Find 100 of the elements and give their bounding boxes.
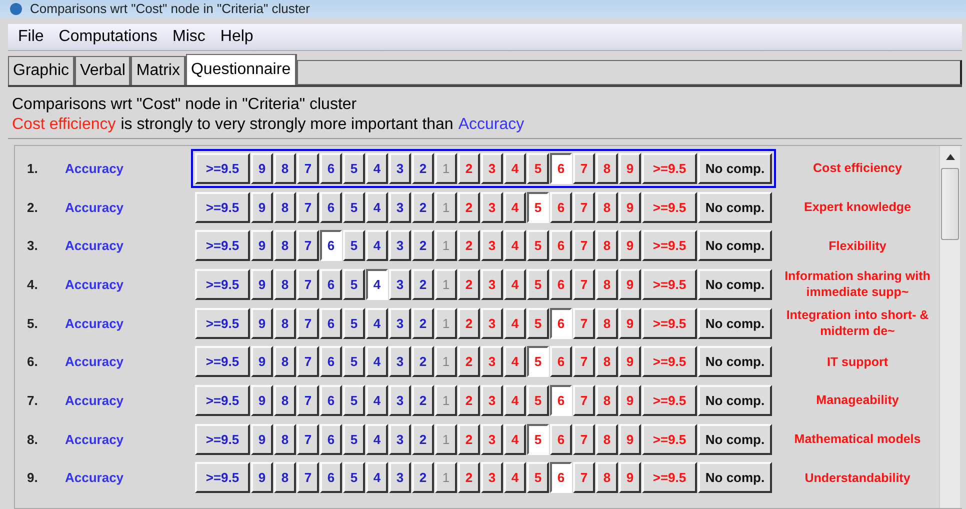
scale-button[interactable]: 7 [297, 384, 319, 416]
tab[interactable]: Matrix [131, 56, 186, 85]
scale-button[interactable]: 3 [389, 152, 411, 184]
scale-button[interactable]: 2 [412, 308, 434, 339]
scale-button[interactable]: 9 [251, 384, 273, 416]
scale-button[interactable]: 7 [297, 230, 319, 262]
scale-button[interactable]: 8 [274, 192, 296, 223]
scale-button[interactable]: 4 [366, 268, 388, 300]
scale-button[interactable]: 5 [343, 462, 365, 494]
scale-button[interactable]: >=9.5 [195, 308, 250, 339]
scale-button[interactable]: 6 [320, 424, 342, 455]
scale-button[interactable]: 7 [297, 346, 319, 378]
scale-button[interactable]: 5 [527, 346, 549, 378]
scrollbar[interactable] [939, 146, 960, 508]
scale-button[interactable]: 9 [251, 308, 273, 339]
scale-button[interactable]: 3 [389, 384, 411, 416]
scale-button[interactable]: 6 [320, 268, 342, 300]
scale-button[interactable]: 5 [343, 192, 365, 223]
scale-button[interactable]: 4 [366, 152, 388, 184]
scale-button[interactable]: 8 [274, 308, 296, 339]
scroll-up-icon[interactable] [946, 154, 954, 160]
scale-button[interactable]: 9 [251, 462, 273, 494]
scale-button[interactable]: 6 [320, 462, 342, 494]
scale-button[interactable]: 5 [343, 384, 365, 416]
scale-button[interactable]: 7 [297, 192, 319, 223]
scale-button[interactable]: 7 [297, 424, 319, 455]
scale-button[interactable]: >=9.5 [195, 462, 250, 494]
scale-button[interactable]: 4 [366, 424, 388, 455]
scale-button[interactable]: No comp. [698, 308, 772, 339]
scale-button[interactable]: 6 [320, 230, 342, 262]
scale-button[interactable]: 4 [366, 346, 388, 378]
scale-button[interactable]: 3 [389, 308, 411, 339]
scale-button[interactable]: 2 [412, 384, 434, 416]
scale-button[interactable]: 3 [389, 462, 411, 494]
scale-button[interactable]: No comp. [698, 230, 772, 262]
scale-button[interactable]: 3 [389, 230, 411, 262]
scale-button[interactable]: 8 [274, 384, 296, 416]
scale-button[interactable]: 5 [343, 152, 365, 184]
scale-button[interactable]: 7 [297, 308, 319, 339]
scale-button[interactable]: 7 [297, 462, 319, 494]
scale-button[interactable]: 2 [412, 462, 434, 494]
scale-button[interactable]: 9 [251, 152, 273, 184]
tab[interactable]: Graphic [8, 56, 76, 85]
scale-button[interactable]: 3 [389, 346, 411, 378]
scale-button[interactable]: >=9.5 [195, 424, 250, 455]
scale-button[interactable]: 8 [274, 152, 296, 184]
scale-button[interactable]: 9 [251, 192, 273, 223]
scale-button[interactable]: 7 [297, 268, 319, 300]
scale-button[interactable]: 5 [343, 268, 365, 300]
scale-button[interactable]: 6 [320, 192, 342, 223]
scale-button[interactable]: 6 [320, 152, 342, 184]
menu-item[interactable]: Misc [166, 28, 214, 46]
scale-button[interactable]: No comp. [698, 384, 772, 416]
scale-button[interactable]: 8 [274, 462, 296, 494]
scale-button[interactable]: 9 [251, 424, 273, 455]
scale-button[interactable]: 4 [366, 230, 388, 262]
scale-button[interactable]: >=9.5 [195, 152, 250, 184]
scale-button[interactable]: 8 [274, 346, 296, 378]
scale-button[interactable]: 2 [412, 346, 434, 378]
scale-button[interactable]: 9 [251, 230, 273, 262]
scale-button[interactable]: 5 [343, 346, 365, 378]
scale-button[interactable]: 5 [527, 424, 549, 455]
scale-button[interactable]: 3 [389, 268, 411, 300]
menu-item[interactable]: File [12, 28, 53, 46]
scale-button[interactable]: 4 [366, 308, 388, 339]
scale-button[interactable]: 3 [389, 424, 411, 455]
scale-button[interactable]: 2 [412, 230, 434, 262]
scale-button[interactable]: 5 [527, 192, 549, 223]
scale-button[interactable]: 9 [251, 346, 273, 378]
scale-button[interactable]: 6 [550, 152, 572, 184]
scale-button[interactable]: No comp. [698, 152, 772, 184]
scale-button[interactable]: 2 [412, 268, 434, 300]
tab[interactable]: Questionnaire [186, 54, 297, 85]
scale-button[interactable]: >=9.5 [195, 384, 250, 416]
scale-button[interactable]: 4 [366, 192, 388, 223]
scale-button[interactable]: >=9.5 [195, 230, 250, 262]
scale-button[interactable]: 8 [274, 230, 296, 262]
tab[interactable]: Verbal [75, 56, 132, 85]
scale-button[interactable]: 9 [251, 268, 273, 300]
scale-button[interactable]: No comp. [698, 462, 772, 494]
scale-button[interactable]: 5 [343, 308, 365, 339]
scale-button[interactable]: >=9.5 [195, 192, 250, 223]
scale-button[interactable]: 5 [343, 230, 365, 262]
scale-button[interactable]: 2 [412, 424, 434, 455]
scale-button[interactable]: 6 [320, 346, 342, 378]
scale-button[interactable]: 6 [550, 308, 572, 339]
scale-button[interactable]: 6 [550, 384, 572, 416]
scale-button[interactable]: 2 [412, 192, 434, 223]
scale-button[interactable]: 8 [274, 268, 296, 300]
scale-button[interactable]: No comp. [698, 424, 772, 455]
scale-button[interactable]: 6 [320, 384, 342, 416]
scale-button[interactable]: 6 [320, 308, 342, 339]
scale-button[interactable]: >=9.5 [195, 346, 250, 378]
menu-item[interactable]: Computations [52, 28, 166, 46]
scale-button[interactable]: >=9.5 [195, 268, 250, 300]
scale-button[interactable]: 6 [550, 462, 572, 494]
scale-button[interactable]: 8 [274, 424, 296, 455]
scale-button[interactable]: 4 [366, 462, 388, 494]
scale-button[interactable]: 4 [366, 384, 388, 416]
scale-button[interactable]: 5 [343, 424, 365, 455]
